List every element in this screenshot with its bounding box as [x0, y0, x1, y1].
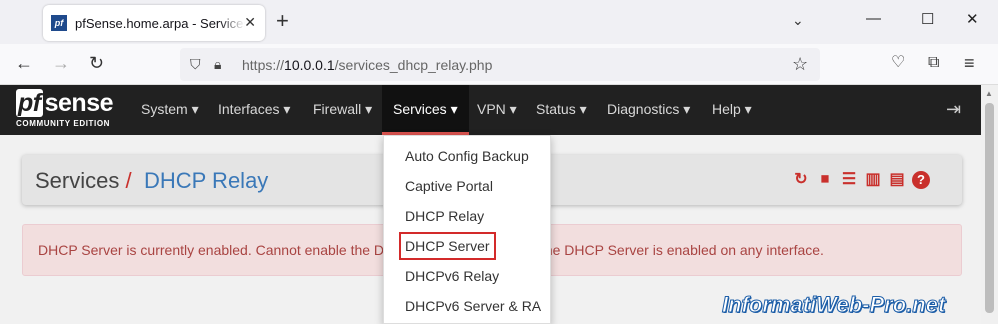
browser-navbar: ← → ↻ ⛉ 🔒︎ https://10.0.0.1/services_dhc… [0, 44, 998, 85]
browser-tab[interactable]: pf pfSense.home.arpa - Services: DHCP Re… [43, 5, 265, 41]
menu-status[interactable]: Status ▾ [536, 85, 587, 135]
dropdown-item-captive-portal[interactable]: Captive Portal [384, 171, 550, 201]
pocket-icon[interactable]: ♡ [891, 54, 905, 72]
forward-icon[interactable]: → [52, 54, 70, 72]
menu-interfaces[interactable]: Interfaces ▾ [218, 85, 290, 135]
new-tab-icon[interactable]: + [276, 10, 289, 32]
minimize-icon[interactable]: — [866, 10, 881, 27]
menu-system[interactable]: System ▾ [141, 85, 199, 135]
dropdown-item-dhcp-server[interactable]: DHCP Server [384, 231, 550, 261]
lock-icon[interactable]: 🔒︎ [214, 56, 221, 73]
reload-icon[interactable]: ↻ [89, 54, 104, 72]
shield-icon[interactable]: ⛉ [190, 56, 201, 73]
logout-icon[interactable]: ⇥ [946, 99, 961, 120]
tab-title: pfSense.home.arpa - Services: DHCP Relay [75, 15, 245, 31]
reload-service-icon[interactable]: ↻ [792, 171, 810, 189]
menu-help[interactable]: Help ▾ [712, 85, 752, 135]
address-bar[interactable]: ⛉ 🔒︎ https://10.0.0.1/services_dhcp_rela… [180, 48, 820, 81]
breadcrumb-current[interactable]: DHCP Relay [144, 168, 268, 194]
bar-chart-icon[interactable]: ▥ [864, 171, 882, 189]
scroll-thumb[interactable] [985, 103, 994, 313]
window-close-icon[interactable]: ✕ [966, 10, 979, 28]
browser-tab-strip: pf pfSense.home.arpa - Services: DHCP Re… [0, 0, 998, 44]
chevron-down-icon[interactable]: ⌄ [792, 12, 804, 29]
close-tab-icon[interactable]: ✕ [244, 14, 256, 31]
pfsense-favicon-icon: pf [51, 15, 67, 31]
dropdown-item-dhcpv6-server-ra[interactable]: DHCPv6 Server & RA [384, 291, 550, 321]
dropdown-item-dhcp-relay[interactable]: DHCP Relay [384, 201, 550, 231]
menu-services[interactable]: Services ▾ [382, 85, 469, 135]
stop-service-icon[interactable]: ⏹ [816, 171, 834, 189]
dropdown-item-auto-config-backup[interactable]: Auto Config Backup [384, 141, 550, 171]
extensions-icon[interactable]: ⧉ [928, 54, 939, 72]
breadcrumb-parent[interactable]: Services / [35, 168, 132, 194]
watermark: InformatiWeb-Pro.net [721, 292, 946, 318]
sliders-icon[interactable]: ☰ [840, 171, 858, 189]
services-dropdown: Auto Config Backup Captive Portal DHCP R… [383, 135, 551, 324]
help-icon[interactable]: ? [912, 171, 930, 189]
bookmark-star-icon[interactable]: ☆ [792, 54, 808, 75]
log-icon[interactable]: ▤ [888, 171, 906, 189]
page-scrollbar[interactable]: ▲ [981, 85, 998, 324]
pfsense-header: pf sense COMMUNITY EDITION System ▾ Inter… [0, 85, 981, 135]
back-icon[interactable]: ← [15, 54, 33, 72]
dropdown-item-dhcpv6-relay[interactable]: DHCPv6 Relay [384, 261, 550, 291]
breadcrumb-toolbar: ↻ ⏹ ☰ ▥ ▤ ? [792, 171, 930, 189]
pfsense-logo[interactable]: pf sense COMMUNITY EDITION [16, 89, 124, 131]
maximize-icon[interactable]: ☐ [921, 10, 934, 28]
menu-vpn[interactable]: VPN ▾ [477, 85, 517, 135]
scroll-up-icon[interactable]: ▲ [985, 89, 993, 98]
url-text[interactable]: https://10.0.0.1/services_dhcp_relay.php [242, 57, 492, 73]
menu-firewall[interactable]: Firewall ▾ [313, 85, 372, 135]
menu-diagnostics[interactable]: Diagnostics ▾ [607, 85, 690, 135]
menu-icon[interactable]: ≡ [964, 54, 975, 72]
